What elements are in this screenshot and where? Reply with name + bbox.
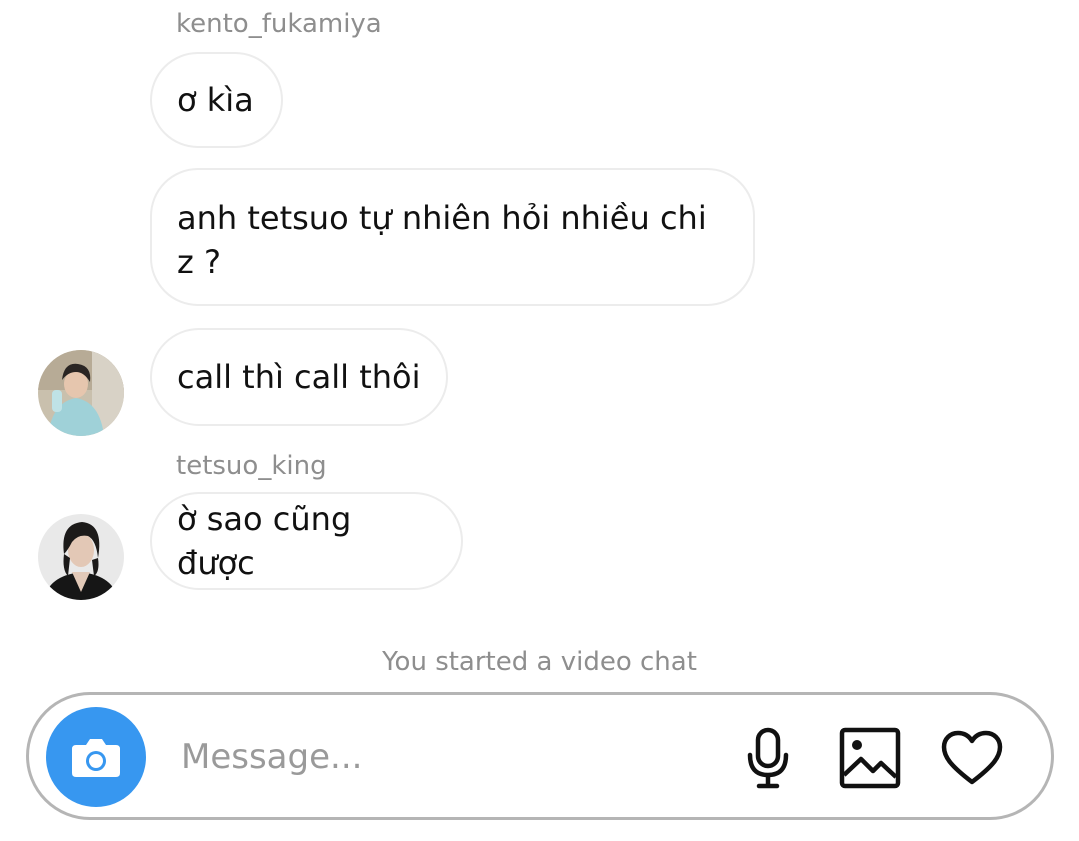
- gallery-button[interactable]: [835, 723, 905, 793]
- message-text: ơ kìa: [177, 81, 254, 119]
- voice-message-button[interactable]: [733, 723, 803, 793]
- heart-icon: [941, 730, 1003, 785]
- message-bubble[interactable]: call thì call thôi: [150, 328, 448, 426]
- message-bubble[interactable]: ơ kìa: [150, 52, 283, 148]
- message-bubble[interactable]: anh tetsuo tự nhiên hỏi nhiều chi z ?: [150, 168, 755, 306]
- microphone-icon: [747, 727, 789, 789]
- message-bubble[interactable]: ờ sao cũng được: [150, 492, 463, 590]
- avatar-kento[interactable]: [38, 350, 124, 436]
- camera-button[interactable]: [46, 707, 146, 807]
- message-text: call thì call thôi: [177, 358, 421, 396]
- sender-name-kento: kento_fukamiya: [176, 9, 382, 39]
- avatar-tetsuo[interactable]: [38, 514, 124, 600]
- message-input[interactable]: [181, 729, 701, 785]
- image-icon: [839, 727, 901, 789]
- sender-name-tetsuo: tetsuo_king: [176, 451, 327, 481]
- system-message: You started a video chat: [382, 647, 697, 677]
- message-composer: [26, 692, 1054, 820]
- chat-screen: kento_fukamiya ơ kìa anh tetsuo tự nhiên…: [0, 0, 1079, 841]
- camera-icon: [72, 739, 120, 777]
- message-text: ờ sao cũng được: [177, 500, 362, 582]
- like-button[interactable]: [937, 723, 1007, 793]
- message-text: anh tetsuo tự nhiên hỏi nhiều chi z ?: [177, 199, 707, 281]
